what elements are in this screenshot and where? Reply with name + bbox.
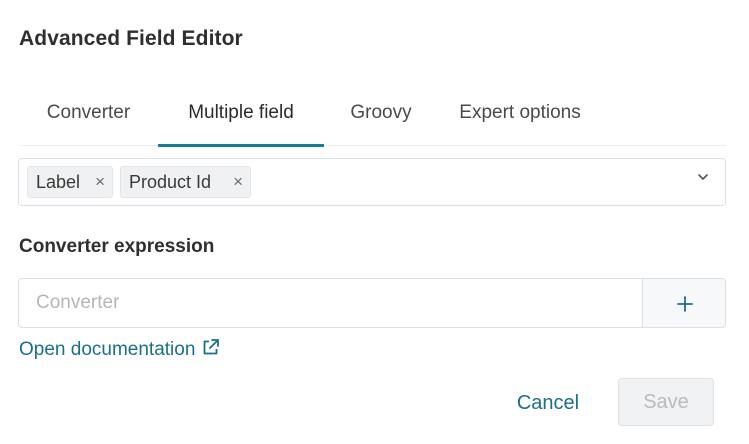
close-icon[interactable]: × bbox=[233, 167, 243, 197]
external-link-icon bbox=[204, 339, 220, 355]
field-multiselect[interactable]: Label × Product Id × bbox=[18, 158, 726, 206]
field-chip: Product Id × bbox=[120, 166, 251, 198]
add-converter-button[interactable] bbox=[642, 278, 726, 328]
converter-input[interactable] bbox=[18, 278, 643, 328]
dialog-title: Advanced Field Editor bbox=[19, 27, 243, 50]
tab-multiple-field[interactable]: Multiple field bbox=[158, 88, 324, 147]
chevron-down-icon[interactable] bbox=[697, 171, 709, 183]
field-chip-label: Label bbox=[36, 172, 81, 192]
cancel-button[interactable]: Cancel bbox=[496, 380, 600, 426]
tab-groovy[interactable]: Groovy bbox=[324, 88, 438, 146]
open-documentation-link[interactable]: Open documentation bbox=[19, 338, 220, 361]
tab-converter[interactable]: Converter bbox=[19, 88, 158, 146]
converter-input-group bbox=[18, 278, 726, 328]
tab-bar: Converter Multiple field Groovy Expert o… bbox=[19, 88, 726, 147]
advanced-field-editor-dialog: Advanced Field Editor Converter Multiple… bbox=[0, 0, 749, 444]
plus-icon bbox=[677, 296, 693, 312]
close-icon[interactable]: × bbox=[95, 167, 105, 197]
tab-expert-options[interactable]: Expert options bbox=[438, 88, 602, 146]
converter-expression-label: Converter expression bbox=[19, 236, 215, 257]
field-chip: Label × bbox=[27, 166, 113, 198]
field-chip-label: Product Id bbox=[129, 172, 212, 192]
open-documentation-label: Open documentation bbox=[19, 339, 196, 360]
save-button[interactable]: Save bbox=[618, 378, 714, 426]
